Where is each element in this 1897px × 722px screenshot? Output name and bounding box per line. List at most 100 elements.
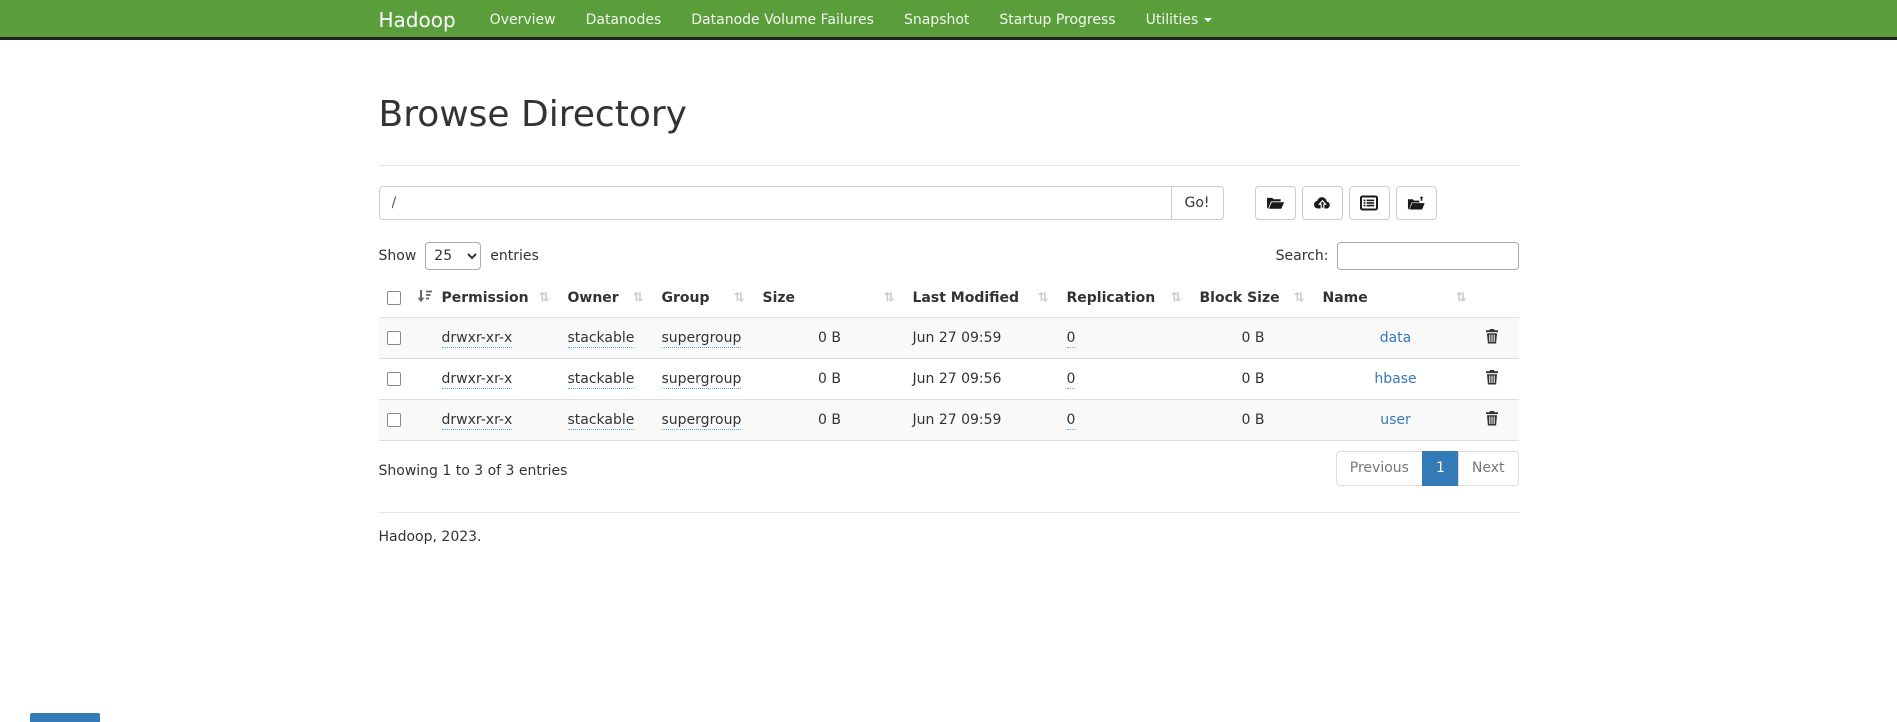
group-value[interactable]: supergroup bbox=[662, 330, 742, 348]
header-owner[interactable]: Owner⇅ bbox=[560, 280, 654, 317]
navbar-inner: Hadoop Overview Datanodes Datanode Volum… bbox=[364, 0, 1534, 40]
directory-link[interactable]: user bbox=[1380, 412, 1411, 428]
block-size-value: 0 B bbox=[1192, 317, 1315, 358]
nav-item-utilities-label: Utilities bbox=[1146, 0, 1199, 40]
sort-both-icon: ⇅ bbox=[884, 292, 895, 305]
header-last-modified[interactable]: Last Modified⇅ bbox=[905, 280, 1059, 317]
list-alt-icon bbox=[1360, 195, 1378, 211]
upload-files-button[interactable] bbox=[1302, 186, 1343, 220]
block-size-value: 0 B bbox=[1192, 399, 1315, 440]
create-directory-button[interactable] bbox=[1255, 186, 1296, 220]
directory-path-input[interactable] bbox=[379, 186, 1172, 220]
search-label: Search: bbox=[1276, 248, 1329, 264]
replication-value[interactable]: 0 bbox=[1067, 412, 1076, 430]
page-number-button[interactable]: 1 bbox=[1422, 451, 1459, 487]
page-title: Browse Directory bbox=[379, 94, 1519, 135]
navbar: Hadoop Overview Datanodes Datanode Volum… bbox=[0, 0, 1897, 40]
table-controls-row: Show 25 entries Search: bbox=[379, 242, 1519, 270]
entries-label: entries bbox=[490, 248, 539, 264]
nav-item-overview[interactable]: Overview bbox=[475, 0, 571, 40]
header-group[interactable]: Group⇅ bbox=[654, 280, 755, 317]
nav-item-snapshot[interactable]: Snapshot bbox=[889, 0, 984, 40]
sort-both-icon: ⇅ bbox=[734, 292, 745, 305]
sort-both-icon: ⇅ bbox=[633, 292, 644, 305]
trash-icon bbox=[1485, 328, 1499, 347]
table-footer-row: Showing 1 to 3 of 3 entries Previous 1 N… bbox=[379, 451, 1519, 487]
footer-text: Hadoop, 2023. bbox=[379, 529, 1519, 545]
search-control: Search: bbox=[1276, 242, 1519, 270]
group-value[interactable]: supergroup bbox=[662, 371, 742, 389]
search-input[interactable] bbox=[1337, 242, 1519, 270]
nav-item-utilities-dropdown[interactable]: Utilities bbox=[1131, 0, 1228, 40]
trash-icon bbox=[1485, 369, 1499, 388]
sort-both-icon: ⇅ bbox=[1171, 292, 1182, 305]
header-actions bbox=[1477, 280, 1519, 317]
caret-down-icon bbox=[1204, 18, 1212, 22]
replication-value[interactable]: 0 bbox=[1067, 330, 1076, 348]
page-length-select[interactable]: 25 bbox=[425, 242, 481, 270]
sort-both-icon: ⇅ bbox=[539, 292, 550, 305]
path-input-group: Go! bbox=[379, 186, 1224, 220]
folder-open-icon bbox=[1266, 196, 1285, 211]
header-name[interactable]: Name⇅ bbox=[1315, 280, 1477, 317]
permission-value[interactable]: drwxr-xr-x bbox=[442, 412, 513, 430]
group-value[interactable]: supergroup bbox=[662, 412, 742, 430]
select-all-header[interactable] bbox=[379, 280, 434, 317]
sort-both-icon: ⇅ bbox=[1038, 292, 1049, 305]
trash-icon bbox=[1485, 410, 1499, 429]
replication-value[interactable]: 0 bbox=[1067, 371, 1076, 389]
folder-move-icon bbox=[1407, 195, 1426, 211]
block-size-value: 0 B bbox=[1192, 358, 1315, 399]
permission-value[interactable]: drwxr-xr-x bbox=[442, 371, 513, 389]
table-header-row: Permission⇅ Owner⇅ Group⇅ Size⇅ Last Mod… bbox=[379, 280, 1519, 317]
cloud-upload-icon bbox=[1313, 196, 1332, 210]
show-label: Show bbox=[379, 248, 417, 264]
row-checkbox[interactable] bbox=[387, 413, 401, 427]
directory-link[interactable]: data bbox=[1380, 330, 1412, 346]
header-size[interactable]: Size⇅ bbox=[755, 280, 905, 317]
main-container: Browse Directory Go! bbox=[364, 94, 1534, 545]
size-value: 0 B bbox=[755, 317, 905, 358]
previous-page-button[interactable]: Previous bbox=[1336, 451, 1423, 487]
next-page-button[interactable]: Next bbox=[1458, 451, 1519, 487]
row-checkbox[interactable] bbox=[387, 372, 401, 386]
permission-value[interactable]: drwxr-xr-x bbox=[442, 330, 513, 348]
header-permission[interactable]: Permission⇅ bbox=[434, 280, 560, 317]
owner-value[interactable]: stackable bbox=[568, 412, 635, 430]
path-form-row: Go! bbox=[379, 186, 1519, 220]
table-row: drwxr-xr-x stackable supergroup 0 B Jun … bbox=[379, 317, 1519, 358]
content-summary-button[interactable] bbox=[1349, 186, 1390, 220]
entries-info: Showing 1 to 3 of 3 entries bbox=[379, 451, 568, 479]
table-row: drwxr-xr-x stackable supergroup 0 B Jun … bbox=[379, 399, 1519, 440]
owner-value[interactable]: stackable bbox=[568, 371, 635, 389]
sort-both-icon: ⇅ bbox=[1456, 292, 1467, 305]
navbar-brand[interactable]: Hadoop bbox=[379, 8, 456, 32]
delete-button[interactable] bbox=[1485, 328, 1499, 347]
footer-divider bbox=[379, 512, 1519, 513]
row-checkbox[interactable] bbox=[387, 331, 401, 345]
last-modified-value: Jun 27 09:59 bbox=[905, 399, 1059, 440]
table-row: drwxr-xr-x stackable supergroup 0 B Jun … bbox=[379, 358, 1519, 399]
go-button[interactable]: Go! bbox=[1171, 186, 1224, 220]
size-value: 0 B bbox=[755, 358, 905, 399]
directory-link[interactable]: hbase bbox=[1374, 371, 1416, 387]
title-divider bbox=[379, 165, 1519, 166]
pagination: Previous 1 Next bbox=[1336, 451, 1519, 487]
nav-item-datanodes[interactable]: Datanodes bbox=[571, 0, 677, 40]
last-modified-value: Jun 27 09:59 bbox=[905, 317, 1059, 358]
move-paste-button[interactable] bbox=[1396, 186, 1437, 220]
select-all-checkbox[interactable] bbox=[387, 291, 401, 305]
directory-table: Permission⇅ Owner⇅ Group⇅ Size⇅ Last Mod… bbox=[379, 280, 1519, 441]
sort-ascending-icon bbox=[413, 291, 434, 307]
owner-value[interactable]: stackable bbox=[568, 330, 635, 348]
header-block-size[interactable]: Block Size⇅ bbox=[1192, 280, 1315, 317]
sort-both-icon: ⇅ bbox=[1294, 292, 1305, 305]
nav-item-datanode-volume-failures[interactable]: Datanode Volume Failures bbox=[676, 0, 889, 40]
delete-button[interactable] bbox=[1485, 369, 1499, 388]
nav-item-startup-progress[interactable]: Startup Progress bbox=[984, 0, 1130, 40]
toolbar bbox=[1255, 186, 1437, 220]
header-replication[interactable]: Replication⇅ bbox=[1059, 280, 1192, 317]
size-value: 0 B bbox=[755, 399, 905, 440]
page-length-control: Show 25 entries bbox=[379, 242, 539, 270]
delete-button[interactable] bbox=[1485, 410, 1499, 429]
